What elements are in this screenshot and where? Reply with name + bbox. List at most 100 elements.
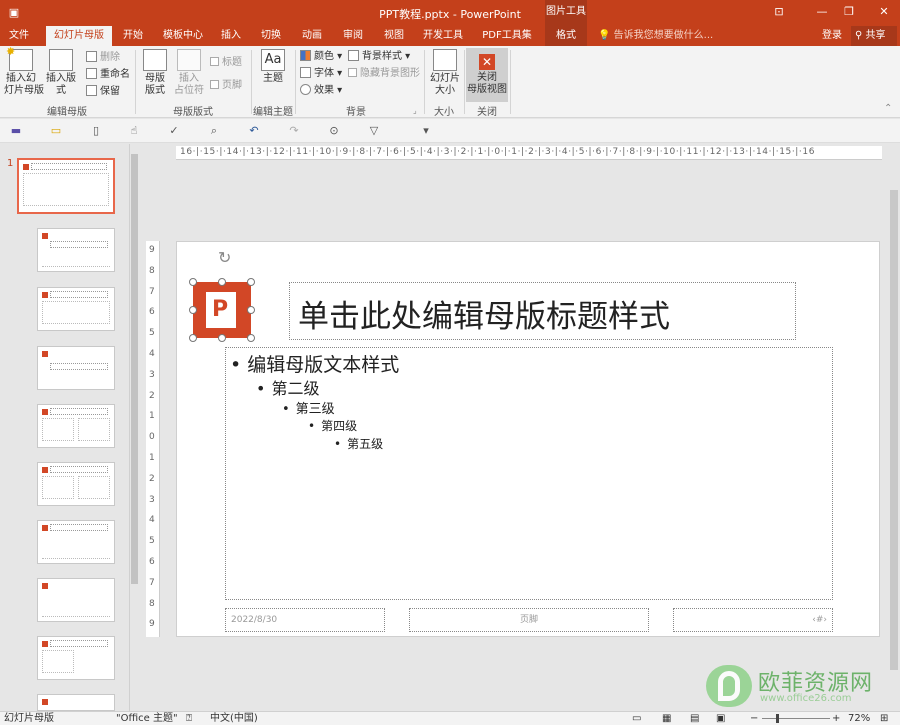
scrollbar-thumb[interactable] [890, 190, 898, 670]
group-edit-theme-label: 编辑主题 [253, 107, 293, 118]
language-label[interactable]: 中文(中国) [210, 712, 258, 725]
effects-dropdown[interactable]: 效果 ▾ [300, 84, 342, 98]
title-placeholder[interactable]: 单击此处编辑母版标题样式 [289, 282, 796, 340]
slide-master-canvas[interactable]: ↻ P 单击此处编辑母版标题样式 编辑母版文本样式 第二级 第三级 第四级 第五… [176, 241, 880, 637]
background-dialog-launcher-icon[interactable]: ⌟ [413, 104, 417, 118]
tab-insert[interactable]: 插入 [214, 26, 248, 46]
powerpoint-logo-image[interactable]: P [193, 282, 251, 338]
tab-review[interactable]: 审阅 [336, 26, 370, 46]
resize-handle[interactable] [189, 334, 197, 342]
thumbnail-layout[interactable] [37, 228, 115, 272]
resize-handle[interactable] [247, 278, 255, 286]
slide-thumbnail-pane: 1 [0, 144, 140, 711]
editor-scrollbar[interactable] [888, 160, 900, 711]
date-placeholder[interactable]: 2022/8/30 [225, 608, 385, 632]
minimize-button[interactable]: — [813, 4, 831, 20]
themes-button[interactable]: Aa 主题 [256, 49, 290, 85]
tab-pdf-tools[interactable]: PDF工具集 [478, 26, 536, 46]
zoom-slider-track[interactable] [762, 718, 830, 719]
share-button[interactable]: ⚲ 共享 [851, 26, 897, 46]
delete-button[interactable]: 删除 [86, 51, 120, 65]
thumbnail-body [78, 418, 110, 441]
insert-slide-master-button[interactable]: ✸ 插入幻 灯片母版 [4, 46, 44, 97]
preserve-button[interactable]: 保留 [86, 85, 120, 99]
restore-button[interactable]: ❐ [840, 4, 858, 20]
resize-handle[interactable] [189, 278, 197, 286]
reading-view-icon[interactable]: ▤ [690, 712, 699, 725]
redo-icon[interactable]: ↷ [286, 123, 302, 139]
new-icon[interactable]: ▯ [88, 123, 104, 139]
zoom-slider-thumb[interactable] [776, 714, 779, 723]
thumbnail-layout[interactable] [37, 520, 115, 564]
tell-me-text: 告诉我您想要做什么... [613, 30, 714, 41]
slide-size-button[interactable]: 幻灯片 大小 [428, 49, 462, 97]
normal-view-icon[interactable]: ▭ [632, 712, 641, 725]
tab-view[interactable]: 视图 [377, 26, 411, 46]
present-from-current-icon[interactable]: ⊙ [326, 123, 342, 139]
undo-icon[interactable]: ↶ [246, 123, 262, 139]
ribbon-display-options-icon[interactable]: ⊡ [770, 4, 788, 20]
colors-dropdown[interactable]: 颜色 ▾ [300, 50, 342, 64]
zoom-in-icon[interactable]: + [832, 712, 840, 725]
tab-developer[interactable]: 开发工具 [418, 26, 468, 46]
title-checkbox[interactable]: 标题 [210, 56, 242, 70]
thumbnail-scrollbar[interactable] [129, 144, 139, 711]
footer-placeholder[interactable]: 页脚 [409, 608, 649, 632]
tab-transitions[interactable]: 切换 [254, 26, 288, 46]
thumbnail-title [50, 640, 108, 647]
open-icon[interactable]: ▭ [48, 123, 64, 139]
fonts-dropdown[interactable]: 字体 ▾ [300, 67, 342, 81]
rotate-handle-icon[interactable]: ↻ [218, 248, 231, 267]
insert-layout-button[interactable]: 插入版式 [42, 49, 80, 97]
thumbnail-master[interactable] [17, 158, 115, 214]
accessibility-icon[interactable]: ⍰ [186, 712, 192, 725]
slideshow-icon[interactable]: ▽ [366, 123, 382, 139]
close-master-view-button[interactable]: ✕ 关闭 母版视图 [466, 48, 508, 102]
thumbnail-layout[interactable] [37, 462, 115, 506]
spellcheck-icon[interactable]: ✓ [166, 123, 182, 139]
tell-me-search[interactable]: 💡 告诉我您想要做什么... [598, 26, 713, 46]
insert-placeholder-label: 插入 占位符 [174, 73, 204, 96]
insert-placeholder-button[interactable]: 插入 占位符 [172, 49, 206, 97]
resize-handle[interactable] [218, 334, 226, 342]
slide-number-placeholder[interactable]: ‹#› [673, 608, 833, 632]
tab-home[interactable]: 开始 [116, 26, 150, 46]
tab-slide-master[interactable]: 幻灯片母版 [46, 26, 112, 46]
customize-qat-icon[interactable]: ▾ [418, 123, 434, 139]
footer-checkbox[interactable]: 页脚 [210, 79, 242, 93]
thumbnail-layout[interactable] [37, 578, 115, 622]
background-styles-dropdown[interactable]: 背景样式 ▾ [348, 50, 410, 64]
resize-handle[interactable] [189, 306, 197, 314]
ribbon-tabs: 文件 幻灯片母版 开始 模板中心 插入 切换 动画 审阅 视图 开发工具 PDF… [0, 26, 900, 46]
body-placeholder[interactable]: 编辑母版文本样式 第二级 第三级 第四级 第五级 [225, 347, 833, 600]
rename-button[interactable]: 重命名 [86, 68, 130, 82]
zoom-out-icon[interactable]: − [750, 712, 758, 725]
resize-handle[interactable] [218, 278, 226, 286]
login-link[interactable]: 登录 [822, 26, 842, 46]
thumbnail-layout[interactable] [37, 694, 115, 711]
group-master-layout-label: 母版版式 [173, 107, 213, 118]
touch-mode-icon[interactable]: ☝ [126, 123, 142, 139]
thumbnail-layout[interactable] [37, 346, 115, 390]
scrollbar-thumb[interactable] [131, 154, 138, 584]
tab-template-center[interactable]: 模板中心 [156, 26, 210, 46]
tab-animations[interactable]: 动画 [295, 26, 329, 46]
fit-to-window-icon[interactable]: ⊞ [880, 712, 888, 725]
print-preview-icon[interactable]: ⌕ [206, 123, 222, 139]
slideshow-view-icon[interactable]: ▣ [716, 712, 725, 725]
collapse-ribbon-icon[interactable]: ⌃ [884, 102, 892, 116]
tab-file[interactable]: 文件 [2, 26, 36, 46]
slide-sorter-icon[interactable]: ▦ [662, 712, 671, 725]
master-layout-button[interactable]: 母版 版式 [140, 49, 170, 97]
bullet-level-3: 第三级 [282, 398, 335, 417]
resize-handle[interactable] [247, 334, 255, 342]
save-icon[interactable]: ▬ [8, 123, 24, 139]
close-window-button[interactable]: ✕ [875, 4, 893, 20]
hide-background-checkbox[interactable]: 隐藏背景图形 [348, 67, 420, 81]
tab-format[interactable]: 格式 [545, 26, 587, 46]
resize-handle[interactable] [247, 306, 255, 314]
thumbnail-layout[interactable] [37, 287, 115, 331]
thumbnail-layout[interactable] [37, 404, 115, 448]
zoom-level[interactable]: 72% [848, 712, 870, 725]
thumbnail-layout[interactable] [37, 636, 115, 680]
